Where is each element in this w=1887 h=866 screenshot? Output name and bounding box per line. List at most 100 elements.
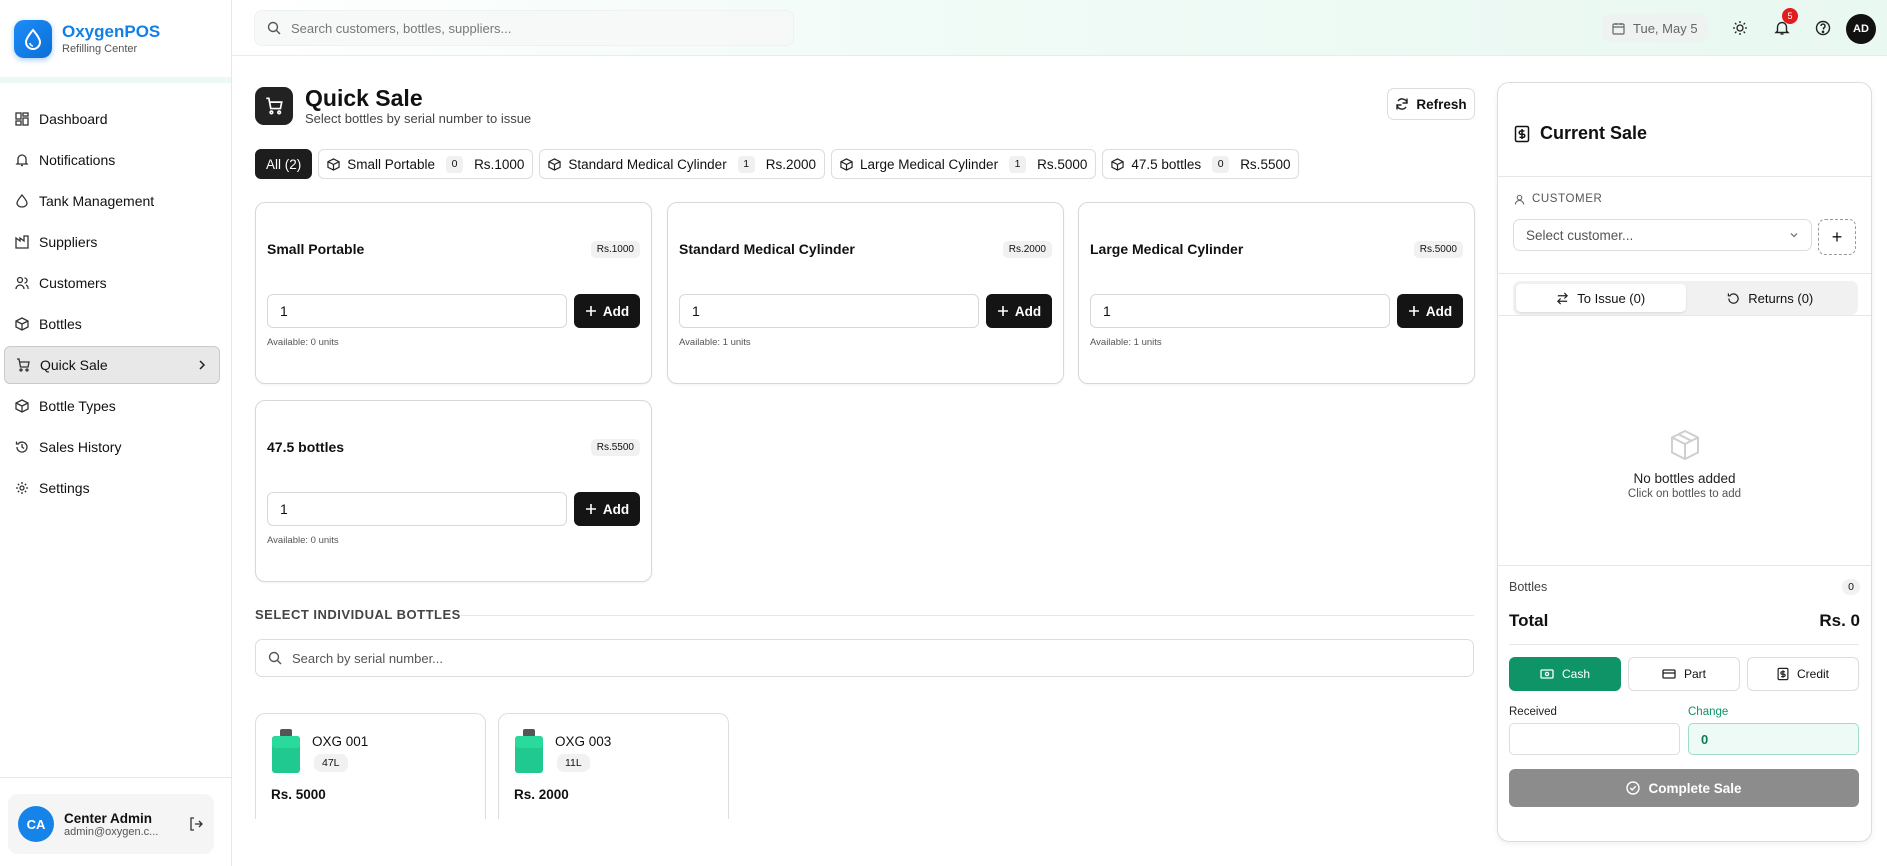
divider: [1498, 565, 1871, 566]
box-icon: [15, 317, 29, 331]
sidebar-item-sales-history[interactable]: Sales History: [4, 428, 220, 466]
section-heading: SELECT INDIVIDUAL BOTTLES: [255, 607, 461, 622]
user-avatar-button[interactable]: AD: [1846, 14, 1876, 44]
sidebar-nav: Dashboard Notifications Tank Management …: [4, 100, 220, 510]
sidebar-item-settings[interactable]: Settings: [4, 469, 220, 507]
tab-to-issue[interactable]: To Issue (0): [1516, 284, 1686, 312]
empty-title: No bottles added: [1633, 471, 1736, 486]
box-icon: [1111, 157, 1125, 171]
sidebar-item-tank-management[interactable]: Tank Management: [4, 182, 220, 220]
sidebar-item-label: Customers: [39, 275, 107, 291]
bottle-price: Rs. 5000: [271, 787, 326, 802]
bottle-card[interactable]: OXG 001 47L Rs. 5000: [255, 713, 486, 819]
add-button[interactable]: Add: [574, 294, 640, 328]
swap-icon: [1557, 292, 1569, 304]
tank-icon: [16, 194, 28, 208]
box-icon: [548, 157, 562, 171]
pay-part-button[interactable]: Part: [1628, 657, 1740, 691]
sidebar-item-notifications[interactable]: Notifications: [4, 141, 220, 179]
theme-toggle-button[interactable]: [1729, 17, 1751, 39]
add-button[interactable]: Add: [986, 294, 1052, 328]
global-search-input[interactable]: Search customers, bottles, suppliers...: [254, 10, 794, 46]
add-customer-button[interactable]: +: [1818, 219, 1856, 255]
sidebar-item-bottles[interactable]: Bottles: [4, 305, 220, 343]
plus-icon: [585, 504, 596, 514]
quantity-input[interactable]: 1: [679, 294, 979, 328]
bottle-card[interactable]: OXG 003 11L Rs. 2000: [498, 713, 729, 819]
bottle-icon: [515, 729, 543, 773]
search-icon: [267, 21, 281, 35]
add-label: Add: [1425, 303, 1453, 319]
page-title: Quick Sale: [305, 85, 423, 111]
logout-icon[interactable]: [188, 816, 204, 832]
type-filter-bar: All (2) Small Portable 0 Rs.1000 Standar…: [255, 149, 1300, 179]
pay-credit-button[interactable]: Credit: [1747, 657, 1859, 691]
complete-sale-button[interactable]: Complete Sale: [1509, 769, 1859, 807]
pay-label: Cash: [1561, 667, 1590, 681]
change-label: Change: [1688, 706, 1729, 718]
sun-icon: [1733, 21, 1747, 35]
brand[interactable]: OxygenPOS Refilling Center: [14, 20, 160, 58]
filter-chip-small-portable[interactable]: Small Portable 0 Rs.1000: [318, 149, 534, 179]
quantity-input[interactable]: 1: [267, 294, 567, 328]
package-icon: [1670, 429, 1699, 461]
type-name: 47.5 bottles: [267, 439, 345, 455]
receipt-icon: [1777, 667, 1789, 681]
customer-select[interactable]: Select customer...: [1513, 219, 1812, 251]
availability-text: Available: 1 units: [679, 337, 751, 348]
topbar: Search customers, bottles, suppliers... …: [232, 0, 1887, 56]
refresh-button[interactable]: Refresh: [1387, 88, 1475, 120]
bottles-summary-row: Bottles 0: [1509, 579, 1860, 595]
box-icon: [15, 399, 29, 413]
pay-label: Credit: [1796, 667, 1829, 681]
droplet-logo-icon: [14, 20, 52, 58]
serial-search-input[interactable]: Search by serial number...: [255, 639, 1474, 677]
sidebar: OxygenPOS Refilling Center Dashboard Not…: [0, 0, 232, 866]
help-icon: [1815, 20, 1831, 36]
avatar: CA: [18, 806, 54, 842]
sidebar-item-customers[interactable]: Customers: [4, 264, 220, 302]
bottle-type-card: Large Medical Cylinder Rs.5000 1 Add Ava…: [1078, 202, 1475, 384]
filter-price: Rs.5500: [1240, 156, 1291, 172]
payment-method-group: Cash Part Credit: [1509, 657, 1859, 691]
bottle-price: Rs. 2000: [514, 787, 569, 802]
total-value: Rs. 0: [1819, 611, 1860, 630]
user-card: CA Center Admin admin@oxygen.c...: [8, 794, 214, 854]
sidebar-item-quick-sale[interactable]: Quick Sale: [4, 346, 220, 384]
brand-divider: [0, 77, 231, 83]
card-icon: [1662, 669, 1676, 679]
filter-price: Rs.1000: [474, 156, 525, 172]
tab-returns[interactable]: Returns (0): [1686, 284, 1856, 312]
sidebar-item-dashboard[interactable]: Dashboard: [4, 100, 220, 138]
filter-chip-large-medical[interactable]: Large Medical Cylinder 1 Rs.5000: [831, 149, 1097, 179]
sidebar-item-label: Suppliers: [39, 234, 98, 250]
type-price: Rs.2000: [1002, 241, 1052, 258]
type-name: Standard Medical Cylinder: [679, 241, 855, 257]
empty-cart-state: No bottles added Click on bottles to add: [1498, 428, 1871, 500]
notification-badge: 5: [1782, 8, 1798, 24]
filter-chip-all[interactable]: All (2): [255, 149, 313, 179]
divider: [1498, 176, 1871, 177]
availability-text: Available: 0 units: [267, 535, 339, 546]
history-icon: [15, 441, 28, 453]
sidebar-item-label: Quick Sale: [40, 357, 108, 373]
panel-title: Current Sale: [1514, 123, 1647, 144]
refresh-label: Refresh: [1416, 96, 1467, 112]
filter-chip-47-5-bottles[interactable]: 47.5 bottles 0 Rs.5500: [1102, 149, 1300, 179]
bottle-serial: OXG 003: [555, 734, 612, 749]
sidebar-item-bottle-types[interactable]: Bottle Types: [4, 387, 220, 425]
pay-cash-button[interactable]: Cash: [1509, 657, 1621, 691]
help-button[interactable]: [1812, 17, 1834, 39]
add-button[interactable]: Add: [574, 492, 640, 526]
add-button[interactable]: Add: [1397, 294, 1463, 328]
filter-chip-standard-medical[interactable]: Standard Medical Cylinder 1 Rs.2000: [539, 149, 825, 179]
quantity-input[interactable]: 1: [1090, 294, 1390, 328]
filter-price: Rs.5000: [1037, 156, 1088, 172]
user-name: Center Admin: [64, 810, 153, 826]
sidebar-item-suppliers[interactable]: Suppliers: [4, 223, 220, 261]
bottles-count: 0: [1842, 579, 1860, 595]
quantity-input[interactable]: 1: [267, 492, 567, 526]
date-display[interactable]: Tue, May 5: [1602, 14, 1708, 42]
notifications-button[interactable]: 5: [1771, 8, 1798, 39]
received-input[interactable]: [1509, 723, 1680, 755]
